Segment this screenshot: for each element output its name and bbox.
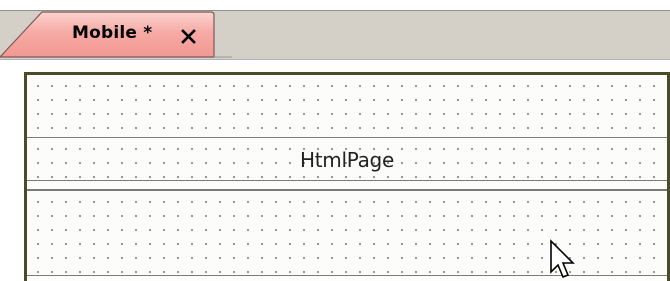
document-tab-strip: Mobile * [0, 0, 670, 60]
close-icon[interactable] [178, 25, 200, 47]
band-divider [27, 180, 667, 190]
tab-mobile[interactable]: Mobile * [0, 10, 232, 58]
designer-window: Mobile * HtmlPage [0, 0, 670, 281]
header-band[interactable] [27, 75, 667, 136]
tab-label: Mobile * [72, 23, 153, 43]
page-title: HtmlPage [24, 148, 670, 172]
mouse-pointer-icon [549, 239, 579, 281]
page-label-text: HtmlPage [300, 148, 394, 172]
